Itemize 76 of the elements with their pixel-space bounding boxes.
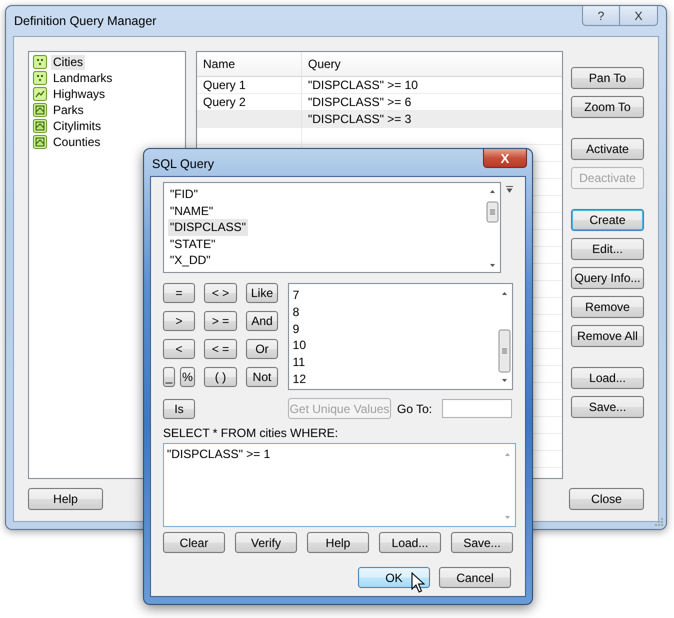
action-button[interactable]: Save... bbox=[571, 396, 644, 418]
table-row[interactable]: Query 1 "DISPCLASS" >= 10 bbox=[197, 77, 562, 94]
operator-button[interactable]: Is bbox=[163, 398, 195, 418]
column-header[interactable]: Query bbox=[302, 52, 562, 76]
operator-button[interactable]: > = bbox=[204, 311, 237, 331]
action-button[interactable]: Create bbox=[571, 209, 644, 231]
field-item[interactable]: "STATE" bbox=[168, 236, 218, 252]
field-item[interactable]: "FID" bbox=[168, 186, 200, 203]
operator-button[interactable]: < > bbox=[204, 283, 237, 303]
column-header[interactable]: Name bbox=[197, 52, 302, 76]
dialog-button[interactable]: Load... bbox=[379, 532, 441, 553]
layer-icon bbox=[33, 55, 47, 69]
value-item[interactable]: 11 bbox=[292, 354, 493, 371]
dialog-button[interactable]: Save... bbox=[451, 532, 513, 553]
operator-button[interactable]: < bbox=[163, 339, 195, 359]
table-cell: Query 1 bbox=[197, 77, 302, 94]
operator-button[interactable]: Like bbox=[246, 283, 278, 303]
cancel-button[interactable]: Cancel bbox=[439, 567, 511, 588]
help-button[interactable]: Help bbox=[28, 488, 103, 510]
help-caption-button[interactable]: ? bbox=[582, 6, 620, 26]
action-button[interactable]: Edit... bbox=[571, 238, 644, 260]
value-item[interactable]: 12 bbox=[292, 370, 493, 388]
where-label: SELECT * FROM cities WHERE: bbox=[163, 426, 340, 440]
action-button[interactable]: Activate bbox=[571, 138, 644, 160]
layer-item[interactable]: Counties bbox=[33, 134, 181, 150]
resize-grip-icon[interactable] bbox=[653, 516, 663, 526]
window-title: Definition Query Manager bbox=[14, 14, 156, 28]
operator-button[interactable]: ( ) bbox=[204, 367, 237, 387]
layer-icon bbox=[33, 87, 47, 101]
mouse-pointer-icon bbox=[411, 572, 425, 594]
close-caption-button[interactable]: X bbox=[483, 149, 527, 168]
operator-button[interactable]: % bbox=[180, 367, 195, 387]
dialog-button[interactable]: Clear bbox=[163, 532, 225, 553]
operator-button[interactable]: _ bbox=[163, 367, 175, 387]
layer-item[interactable]: Citylimits bbox=[33, 118, 181, 134]
operator-button[interactable]: Or bbox=[246, 339, 278, 359]
ok-button[interactable]: OK bbox=[358, 567, 430, 588]
table-row[interactable]: "DISPCLASS" >= 3 bbox=[197, 111, 562, 128]
value-item[interactable]: 8 bbox=[292, 304, 493, 321]
operator-button[interactable]: > bbox=[163, 311, 195, 331]
layer-item[interactable]: Landmarks bbox=[33, 70, 181, 86]
operator-button[interactable]: And bbox=[246, 311, 278, 331]
action-button[interactable]: Query Info... bbox=[571, 267, 644, 289]
operator-button[interactable]: < = bbox=[204, 339, 237, 359]
dialog-button[interactable]: Help bbox=[307, 532, 369, 553]
operator-button[interactable]: Not bbox=[246, 367, 278, 387]
action-button[interactable]: Remove All bbox=[571, 325, 644, 347]
layer-item[interactable]: Cities bbox=[33, 54, 181, 70]
action-button[interactable]: Pan To bbox=[571, 67, 644, 89]
action-button[interactable]: Zoom To bbox=[571, 96, 644, 118]
action-button[interactable]: Remove bbox=[571, 296, 644, 318]
go-to-field[interactable] bbox=[442, 399, 512, 418]
table-cell-text: "DISPCLASS" >= 3 bbox=[307, 111, 412, 128]
layer-icon bbox=[33, 71, 47, 85]
value-item[interactable]: 9 bbox=[292, 320, 493, 338]
close-button[interactable]: Close bbox=[569, 488, 644, 510]
close-caption-button[interactable]: X bbox=[620, 6, 658, 26]
field-item[interactable]: "X_DD" bbox=[168, 252, 213, 269]
layer-item[interactable]: Parks bbox=[33, 102, 181, 118]
sort-icon[interactable] bbox=[506, 186, 513, 193]
table-cell-text: "DISPCLASS" >= 6 bbox=[307, 94, 412, 111]
layer-icon bbox=[33, 135, 47, 149]
dialog-button[interactable]: Verify bbox=[235, 532, 297, 553]
field-item[interactable]: "NAME" bbox=[168, 202, 216, 220]
layer-icon bbox=[33, 103, 47, 117]
field-item[interactable]: "DISPCLASS" bbox=[168, 219, 248, 236]
go-to-label: Go To: bbox=[397, 402, 432, 416]
dialog-title: SQL Query bbox=[152, 157, 214, 171]
expression-field[interactable]: "DISPCLASS" >= 1 bbox=[163, 443, 516, 527]
value-item[interactable]: 10 bbox=[292, 337, 493, 354]
operator-button[interactable]: = bbox=[163, 283, 195, 303]
table-cell-text: "DISPCLASS" >= 10 bbox=[307, 77, 419, 94]
layer-item[interactable]: Highways bbox=[33, 86, 181, 102]
layer-icon bbox=[33, 119, 47, 133]
value-item[interactable]: 7 bbox=[292, 287, 493, 304]
action-button[interactable]: Load... bbox=[571, 367, 644, 389]
